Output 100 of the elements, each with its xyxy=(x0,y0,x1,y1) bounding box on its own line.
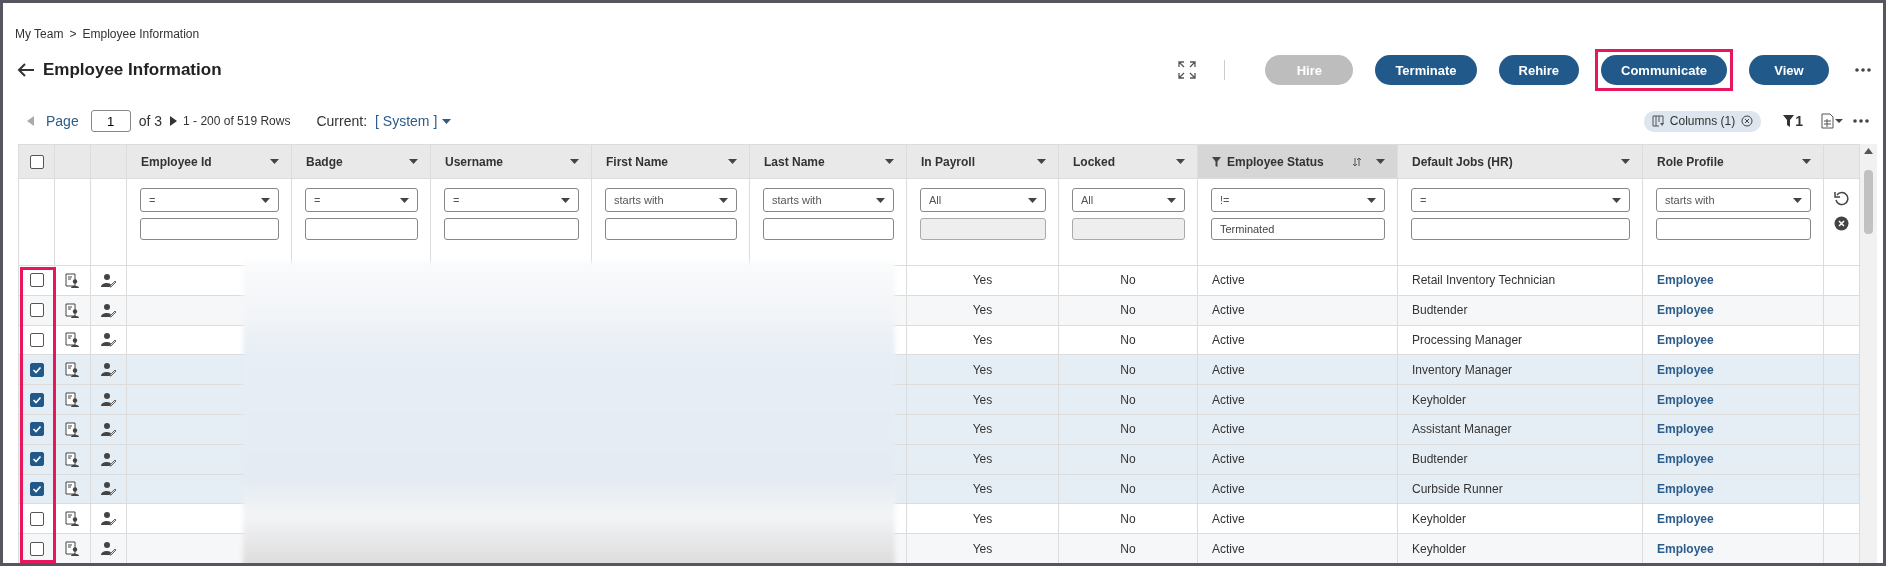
caret-icon[interactable] xyxy=(1176,159,1185,164)
action-button[interactable]: View xyxy=(1749,55,1829,85)
role-link[interactable]: Employee xyxy=(1642,265,1824,296)
scrollbar[interactable] xyxy=(1860,144,1877,563)
more-icon[interactable] xyxy=(1853,119,1869,123)
table-cell: Inventory Manager xyxy=(1397,354,1643,385)
user-edit-icon[interactable] xyxy=(101,511,116,527)
filter-field[interactable] xyxy=(140,218,279,240)
checkbox[interactable] xyxy=(29,154,44,169)
role-link[interactable]: Employee xyxy=(1642,354,1824,385)
columns-chip[interactable]: Columns (1) xyxy=(1643,110,1762,132)
role-link[interactable]: Employee xyxy=(1642,533,1824,563)
clear-icon[interactable] xyxy=(1741,115,1754,127)
document-icon[interactable] xyxy=(1821,113,1843,129)
filter-dropdown[interactable]: All xyxy=(920,188,1046,212)
profile-card-icon[interactable] xyxy=(65,421,80,437)
role-link[interactable]: Employee xyxy=(1642,325,1824,355)
filter-count-button[interactable]: 1 xyxy=(1783,113,1803,129)
user-edit-icon[interactable] xyxy=(101,392,116,408)
page-number-field[interactable]: 1 xyxy=(90,110,131,132)
table-cell: No xyxy=(1058,444,1198,475)
caret-icon[interactable] xyxy=(1621,159,1630,164)
profile-card-icon[interactable] xyxy=(65,541,80,557)
breadcrumb-item[interactable]: My Team xyxy=(15,27,64,43)
filter-dropdown[interactable]: = xyxy=(305,188,418,212)
role-link[interactable]: Employee xyxy=(1642,474,1824,504)
role-link[interactable]: Employee xyxy=(1642,414,1824,445)
role-link[interactable]: Employee xyxy=(1642,295,1824,326)
checkbox[interactable] xyxy=(29,541,44,556)
checkbox[interactable] xyxy=(29,273,44,288)
role-link[interactable]: Employee xyxy=(1642,444,1824,475)
user-edit-icon[interactable] xyxy=(101,481,116,497)
caret-icon[interactable] xyxy=(270,159,279,164)
checkbox[interactable] xyxy=(29,392,44,407)
user-edit-icon[interactable] xyxy=(101,451,116,467)
action-button[interactable]: Terminate xyxy=(1375,55,1477,85)
caret-icon[interactable] xyxy=(1376,159,1385,164)
user-edit-icon[interactable] xyxy=(101,302,116,318)
profile-card-icon[interactable] xyxy=(65,392,80,408)
checkbox[interactable] xyxy=(29,452,44,467)
caret-icon[interactable] xyxy=(409,159,418,164)
page-count: of 3 xyxy=(138,113,163,129)
column-header[interactable]: Employee Status xyxy=(1227,154,1346,169)
expand-icon[interactable] xyxy=(1178,61,1197,79)
profile-card-icon[interactable] xyxy=(65,451,80,467)
profile-card-icon[interactable] xyxy=(65,362,80,378)
filter-dropdown[interactable]: = xyxy=(444,188,579,212)
filter-field[interactable]: Terminated xyxy=(1211,218,1385,240)
scroll-up-icon[interactable] xyxy=(1864,148,1873,154)
next-page-icon[interactable] xyxy=(170,116,178,126)
filter-field[interactable] xyxy=(1656,218,1811,240)
profile-card-icon[interactable] xyxy=(65,481,80,497)
table-cell: Yes xyxy=(906,325,1059,355)
table-cell: No xyxy=(1058,533,1198,563)
filter-dropdown[interactable]: starts with xyxy=(605,188,737,212)
caret-icon[interactable] xyxy=(1802,159,1811,164)
profile-card-icon[interactable] xyxy=(65,272,80,288)
checkbox[interactable] xyxy=(29,303,44,318)
view-selector[interactable]: [ System ] xyxy=(375,113,452,129)
user-edit-icon[interactable] xyxy=(101,272,116,288)
role-link[interactable]: Employee xyxy=(1642,384,1824,415)
caret-icon[interactable] xyxy=(570,159,579,164)
filter-dropdown[interactable]: = xyxy=(1411,188,1630,212)
filter-dropdown[interactable]: All xyxy=(1072,188,1185,212)
user-edit-icon[interactable] xyxy=(101,362,116,378)
user-edit-icon[interactable] xyxy=(101,421,116,437)
scrollbar-thumb[interactable] xyxy=(1864,170,1873,234)
filter-field[interactable] xyxy=(605,218,737,240)
more-icon[interactable] xyxy=(1855,68,1871,72)
sort-icon[interactable] xyxy=(1352,156,1362,167)
checkbox[interactable] xyxy=(29,511,44,526)
role-link[interactable]: Employee xyxy=(1642,503,1824,534)
filter-field[interactable] xyxy=(1411,218,1630,240)
caret-icon[interactable] xyxy=(728,159,737,164)
filter-field[interactable] xyxy=(444,218,579,240)
profile-card-icon[interactable] xyxy=(65,332,80,348)
action-button[interactable]: Communicate xyxy=(1601,55,1727,85)
table-cell: Retail Inventory Technician xyxy=(1397,265,1643,296)
checkbox[interactable] xyxy=(29,333,44,347)
checkbox[interactable] xyxy=(29,422,44,437)
user-edit-icon[interactable] xyxy=(101,541,116,557)
action-button[interactable]: Rehire xyxy=(1498,55,1580,85)
checkbox[interactable] xyxy=(29,481,44,496)
profile-card-icon[interactable] xyxy=(65,511,80,527)
filter-dropdown[interactable]: != xyxy=(1211,188,1385,212)
user-edit-icon[interactable] xyxy=(101,332,116,348)
caret-icon[interactable] xyxy=(885,159,894,164)
checkbox[interactable] xyxy=(29,362,44,377)
caret-icon[interactable] xyxy=(1037,159,1046,164)
reset-icon[interactable] xyxy=(1834,191,1849,206)
filter-dropdown[interactable]: starts with xyxy=(1656,188,1811,212)
table-cell: Yes xyxy=(906,503,1059,534)
table-cell: Active xyxy=(1197,354,1398,385)
filter-dropdown[interactable]: = xyxy=(140,188,279,212)
filter-field[interactable] xyxy=(305,218,418,240)
filter-field[interactable] xyxy=(763,218,894,240)
filter-dropdown[interactable]: starts with xyxy=(763,188,894,212)
back-arrow-icon[interactable] xyxy=(17,63,35,77)
profile-card-icon[interactable] xyxy=(65,302,80,318)
clear-filters-icon[interactable] xyxy=(1834,216,1849,231)
